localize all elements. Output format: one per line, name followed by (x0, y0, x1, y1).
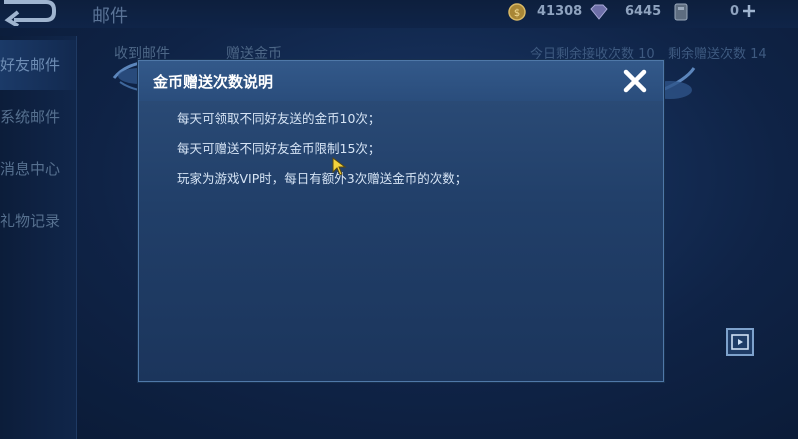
video-icon (731, 334, 749, 350)
back-arrow-icon[interactable] (0, 0, 62, 26)
sidebar-item-message-center[interactable]: 消息中心 (0, 144, 76, 194)
rule-line-1: 每天可领取不同好友送的金币10次； (177, 111, 381, 126)
diamond-amount: 6445 (625, 4, 662, 19)
sidebar-item-system-mail[interactable]: 系统邮件 (0, 92, 76, 142)
svg-text:$: $ (514, 8, 520, 19)
info-dialog: 金币赠送次数说明 每天可领取不同好友送的金币10次； 每天可赠送不同好友金币限制… (138, 60, 664, 382)
sidebar-item-label: 系统邮件 (0, 108, 61, 126)
sidebar-item-label: 消息中心 (0, 160, 61, 178)
dialog-title: 金币赠送次数说明 (153, 73, 274, 91)
ticket-icon (674, 3, 688, 21)
plus-icon[interactable] (742, 4, 756, 18)
sidebar: 好友邮件 系统邮件 消息中心 礼物记录 (0, 36, 77, 439)
rule-line-2: 每天可赠送不同好友金币限制15次； (177, 141, 381, 156)
close-icon[interactable] (619, 65, 651, 97)
gold-amount: 41308 (537, 4, 583, 19)
page-title: 邮件 (92, 6, 128, 27)
sidebar-item-friend-mail[interactable]: 好友邮件 (0, 40, 76, 90)
cursor-icon (332, 157, 347, 176)
dialog-header: 金币赠送次数说明 (139, 61, 663, 101)
video-button[interactable] (726, 328, 754, 356)
diamond-icon (590, 4, 608, 20)
top-bar: 邮件 $ 41308 6445 0 (0, 0, 798, 28)
gold-coin-icon: $ (508, 3, 526, 21)
sidebar-item-label: 礼物记录 (0, 212, 61, 230)
rule-line-3: 玩家为游戏VIP时，每日有额外3次赠送金币的次数； (177, 171, 468, 186)
sidebar-item-label: 好友邮件 (0, 56, 61, 74)
sidebar-item-gift-record[interactable]: 礼物记录 (0, 196, 76, 246)
ticket-amount: 0 (730, 4, 740, 19)
